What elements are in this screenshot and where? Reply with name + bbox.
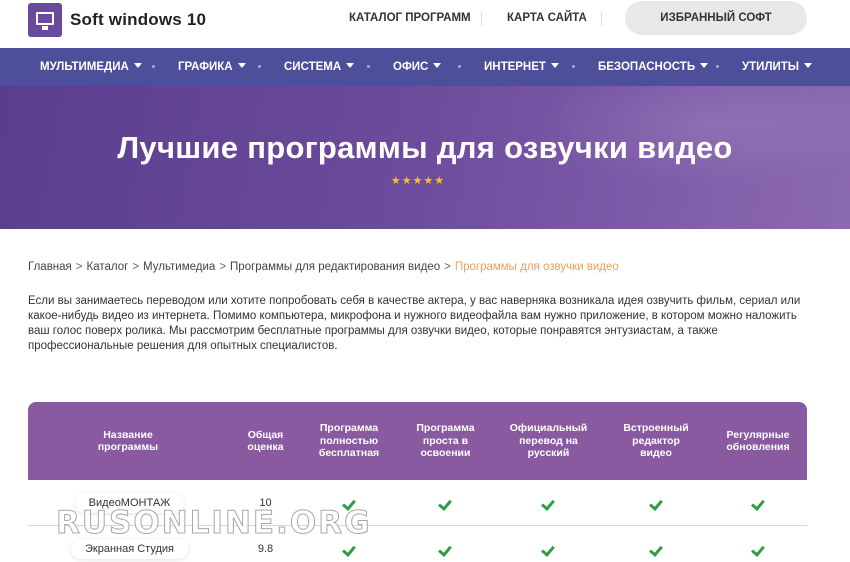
rating-stars: ★★★★★ [390, 175, 446, 187]
monitor-icon [28, 3, 62, 37]
column-header: Встроенный редактор видео [623, 422, 689, 460]
nav-divider [458, 65, 461, 68]
check-icon [752, 544, 765, 554]
watermark: RUSONLINE.ORG [56, 505, 372, 542]
nav-item-utilities[interactable]: УТИЛИТЫ [742, 48, 813, 86]
column-header: Программа проста в освоении [416, 422, 475, 460]
nav-divider [258, 65, 261, 68]
check-icon [650, 544, 663, 554]
hero-banner: Лучшие программы для озвучки видео ★★★★★ [0, 86, 850, 229]
site-logo[interactable]: Soft windows 10 [28, 3, 206, 37]
check-icon [650, 498, 663, 508]
caret-down-icon [237, 63, 246, 68]
caret-down-icon [804, 63, 813, 68]
column-header: Официальный перевод на русский [509, 422, 588, 460]
caret-down-icon [700, 63, 709, 68]
check-icon [439, 544, 452, 554]
caret-down-icon [433, 63, 442, 68]
nav-item-office[interactable]: ОФИС [393, 48, 442, 86]
check-icon [542, 544, 555, 554]
nav-item-system[interactable]: СИСТЕМА [284, 48, 355, 86]
page-title: Лучшие программы для озвучки видео [117, 130, 733, 165]
column-header: Общая оценка [247, 428, 284, 454]
column-header: Регулярные обновления [726, 428, 790, 454]
column-header: Название программы [97, 428, 159, 454]
intro-text: Если вы занимаетесь переводом или хотите… [28, 295, 801, 352]
catalog-link[interactable]: КАТАЛОГ ПРОГРАММ [349, 12, 471, 24]
check-icon [439, 498, 452, 508]
check-icon [752, 498, 765, 508]
table-header: Название программы Общая оценка Программ… [28, 402, 807, 480]
breadcrumb-catalog[interactable]: Каталог [87, 261, 129, 273]
site-header: Soft windows 10 КАТАЛОГ ПРОГРАММ КАРТА С… [0, 0, 850, 48]
caret-down-icon [133, 63, 142, 68]
breadcrumb-current: Программы для озвучки видео [454, 261, 619, 273]
logo-text: Soft windows 10 [70, 10, 207, 29]
caret-down-icon [550, 63, 559, 68]
header-divider [481, 12, 482, 26]
nav-item-internet[interactable]: ИНТЕРНЕТ [484, 48, 559, 86]
nav-divider [716, 65, 719, 68]
favorites-button[interactable]: ИЗБРАННЫЙ СОФТ [625, 1, 807, 35]
nav-divider [572, 65, 575, 68]
nav-item-security[interactable]: БЕЗОПАСНОСТЬ [598, 48, 709, 86]
nav-item-graphics[interactable]: ГРАФИКА [178, 48, 246, 86]
main-nav: МУЛЬТИМЕДИА ГРАФИКА СИСТЕМА ОФИС ИНТЕРНЕ… [0, 48, 850, 86]
sitemap-link[interactable]: КАРТА САЙТА [507, 12, 587, 24]
breadcrumb-multimedia[interactable]: Мультимедиа [143, 261, 215, 273]
check-icon [343, 544, 356, 554]
check-icon [542, 498, 555, 508]
breadcrumb-video-editing[interactable]: Программы для редактирования видео [230, 261, 440, 273]
breadcrumb: Главная > Каталог > Мультимедиа > Программы дл… [28, 261, 619, 273]
nav-divider [152, 65, 155, 68]
breadcrumb-home[interactable]: Главная [28, 261, 72, 273]
column-header: Программа полностью бесплатная [318, 422, 380, 460]
nav-divider [367, 65, 370, 68]
caret-down-icon [346, 63, 355, 68]
program-name[interactable]: Экранная Студия [71, 539, 188, 559]
header-divider [601, 12, 602, 26]
nav-item-multimedia[interactable]: МУЛЬТИМЕДИА [40, 48, 142, 86]
